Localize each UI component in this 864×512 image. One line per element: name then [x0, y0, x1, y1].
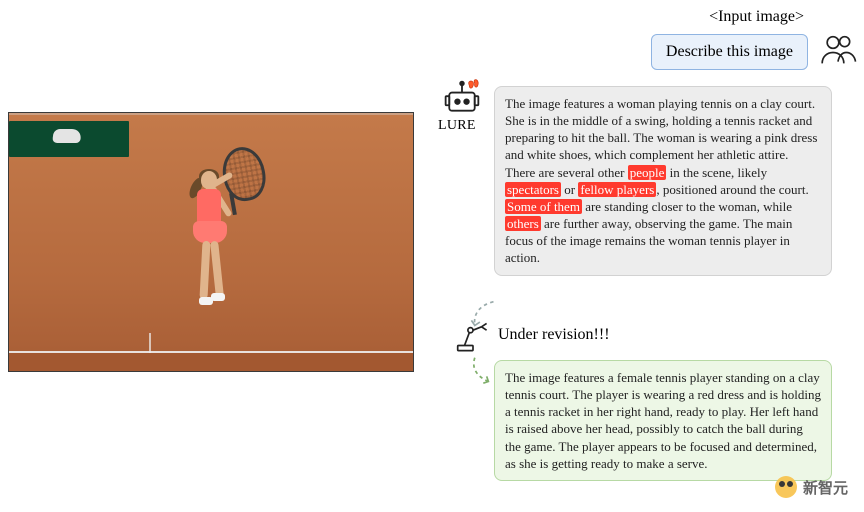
- player-leg-left: [199, 241, 210, 299]
- input-image: [8, 112, 414, 372]
- lure-label: LURE: [438, 118, 476, 134]
- lure-output-bubble: The image features a woman playing tenni…: [494, 86, 832, 276]
- logo-shape: [52, 129, 82, 143]
- hallucination-span: Some of them: [505, 199, 582, 214]
- users-icon: [818, 32, 858, 68]
- revision-label: Under revision!!!: [498, 326, 610, 344]
- user-prompt-text: Describe this image: [666, 43, 793, 60]
- lure-text-seg: in the scene, likely: [666, 165, 767, 180]
- source-watermark: 新智元: [775, 476, 848, 498]
- court-line: [9, 113, 413, 115]
- lure-text-seg: or: [561, 182, 578, 197]
- lure-robot-icon: [442, 78, 482, 120]
- lure-text-seg: are further away, observing the game. Th…: [505, 216, 792, 265]
- lure-text-seg: are standing closer to the woman, while: [582, 199, 792, 214]
- robotic-arm-icon: [456, 320, 490, 354]
- player-skirt: [193, 221, 227, 243]
- hallucination-span: people: [628, 165, 667, 180]
- player-shoe-right: [211, 293, 225, 301]
- hallucination-span: spectators: [505, 182, 561, 197]
- input-image-tag: <Input image>: [709, 8, 804, 26]
- user-prompt-bubble: Describe this image: [651, 34, 808, 70]
- watermark-badge-icon: [775, 476, 797, 498]
- lure-text-seg: , positioned around the court.: [656, 182, 808, 197]
- court-foreground: [9, 353, 413, 371]
- revised-text: The image features a female tennis playe…: [505, 370, 821, 471]
- watermark-text: 新智元: [803, 477, 848, 498]
- player-torso: [197, 189, 221, 225]
- revised-output-bubble: The image features a female tennis playe…: [494, 360, 832, 481]
- player-leg-right: [210, 241, 224, 298]
- hallucination-span: others: [505, 216, 541, 231]
- hallucination-span: fellow players: [578, 182, 656, 197]
